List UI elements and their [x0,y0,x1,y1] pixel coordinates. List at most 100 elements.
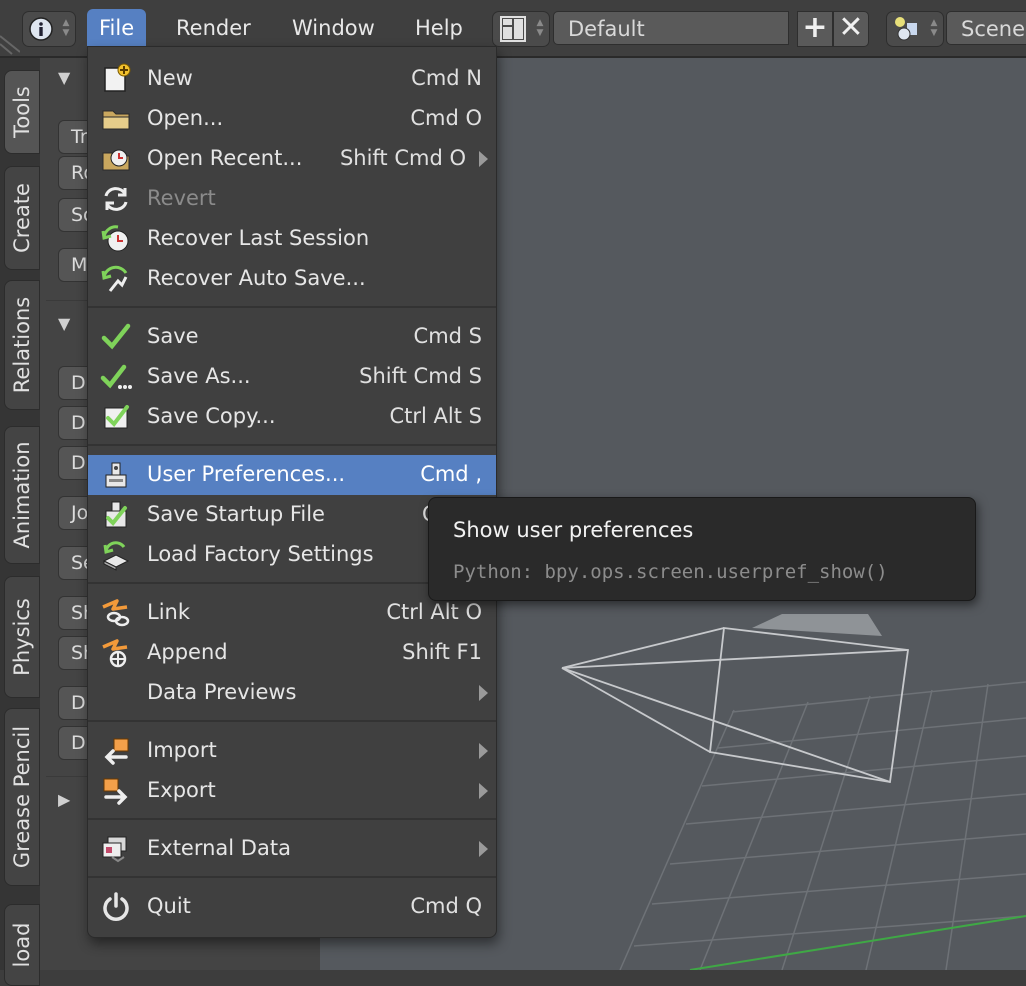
menu-item-label: Revert [147,186,216,210]
menu-item-quit[interactable]: Quit Cmd Q [88,887,496,927]
tab-label: Animation [10,441,34,549]
tool-shelf-tabs: Tools Create Relations Animation Physics… [0,58,40,986]
menu-item-shortcut: Cmd N [411,66,482,90]
submenu-arrow-icon [479,685,488,701]
save-copy-icon [104,405,129,429]
screen-layout-field[interactable]: Default [553,11,789,45]
x-icon[interactable]: ✕ [833,11,869,47]
submenu-arrow-icon [479,151,488,167]
append-icon [102,639,128,668]
scene-name-field[interactable]: Scene [946,11,1026,45]
link-icon [102,599,130,627]
revert-icon [104,187,128,211]
editor-type-button[interactable]: ▲ ▼ [22,11,76,47]
menu-item-open[interactable]: Open... Cmd O [88,99,496,139]
tool-label: D [71,732,86,754]
tool-label: D [71,692,86,714]
folder-open-icon [102,110,130,130]
external-data-icon [102,836,127,863]
menu-separator [88,876,496,878]
menu-item-shortcut: Cmd Q [410,894,482,918]
menu-item-recover-auto-save[interactable]: Recover Auto Save... [88,259,496,299]
menu-item-data-previews[interactable]: Data Previews [88,673,496,713]
menu-item-label: Open... [147,106,224,130]
menu-separator [88,444,496,446]
up-down-arrows-icon: ▲ ▼ [62,18,70,38]
menu-file[interactable]: File [87,9,147,47]
recover-auto-icon [101,265,128,292]
menu-item-append[interactable]: Append Shift F1 [88,633,496,673]
menu-item-user-preferences[interactable]: User Preferences... Cmd , [88,455,496,495]
corner-widget-icon[interactable] [0,0,20,56]
tool-label: M [71,254,88,276]
menu-item-save[interactable]: Save Cmd S [88,317,496,357]
tooltip-title: Show user preferences [453,518,694,542]
menu-item-label: Recover Last Session [147,226,370,250]
tab-relations[interactable]: Relations [4,280,40,410]
plus-icon[interactable]: + [797,11,833,47]
tool-label: Tr [71,126,88,148]
new-file-icon [104,63,131,92]
tab-tools[interactable]: Tools [4,70,40,154]
menu-item-label: External Data [147,836,291,860]
tool-label: Jo [71,502,89,524]
menu-item-save-as[interactable]: Save As... Shift Cmd S [88,357,496,397]
recover-last-icon [101,225,129,252]
power-icon [103,892,129,921]
menu-separator [88,818,496,820]
panel-expand-icon[interactable]: ▶ [58,790,70,809]
menu-item-export[interactable]: Export [88,771,496,811]
tool-label: D [71,372,86,394]
menu-window[interactable]: Window [280,9,387,47]
import-icon [104,738,129,765]
panel-collapse-icon[interactable]: ▼ [58,68,70,87]
menu-item-label: Save Startup File [147,502,325,526]
menu-item-shortcut: Cmd S [413,324,482,348]
menu-item-label: Link [147,600,191,624]
submenu-arrow-icon [479,841,488,857]
menu-item-new[interactable]: New Cmd N [88,59,496,99]
menu-item-label: Save [147,324,199,348]
menu-render[interactable]: Render [164,9,263,47]
menu-item-import[interactable]: Import [88,731,496,771]
tab-label: load [10,922,34,968]
menu-item-save-copy[interactable]: Save Copy... Ctrl Alt S [88,397,496,437]
tab-create[interactable]: Create [4,166,40,270]
menu-item-shortcut: Shift F1 [402,640,482,664]
tab-animation[interactable]: Animation [4,426,40,564]
screen-layout-button[interactable]: ▲ ▼ [492,11,550,47]
menu-item-label: Recover Auto Save... [147,266,366,290]
menu-item-revert: Revert [88,179,496,219]
load-factory-icon [102,541,130,571]
menu-item-label: Load Factory Settings [147,542,374,566]
menu-item-recover-last-session[interactable]: Recover Last Session [88,219,496,259]
menu-help[interactable]: Help [403,9,475,47]
tab-load[interactable]: load [4,904,40,986]
menu-item-shortcut: Shift Cmd O [339,146,466,170]
tab-label: Physics [10,598,34,676]
menu-item-label: Data Previews [147,680,297,704]
file-menu-dropdown: New Cmd N Open... Cmd O Open Recent... S… [87,46,497,938]
info-icon [29,17,53,41]
menu-item-open-recent[interactable]: Open Recent... Shift Cmd O [88,139,496,179]
open-recent-icon [102,149,130,171]
menu-item-label: Import [147,738,217,762]
up-down-arrows-icon: ▲ ▼ [930,18,938,38]
tab-label: Create [10,183,34,253]
tab-label: Relations [10,296,34,394]
menu-item-label: Quit [147,894,191,918]
tab-grease-pencil[interactable]: Grease Pencil [4,708,40,886]
panel-collapse-icon[interactable]: ▼ [58,314,70,333]
menu-item-label: New [147,66,193,90]
tooltip: Show user preferences Python: bpy.ops.sc… [428,497,976,601]
menu-item-label: Save Copy... [147,404,276,428]
scene-selector-button[interactable]: ▲ ▼ [886,11,944,47]
tool-label: D [71,412,86,434]
tooltip-python: Python: bpy.ops.screen.userpref_show() [453,561,888,583]
menu-item-external-data[interactable]: External Data [88,829,496,869]
save-startup-icon [105,501,127,528]
export-icon [103,778,128,805]
layout-grid-icon [500,16,526,42]
tab-label: Tools [10,86,34,138]
tab-physics[interactable]: Physics [4,576,40,698]
